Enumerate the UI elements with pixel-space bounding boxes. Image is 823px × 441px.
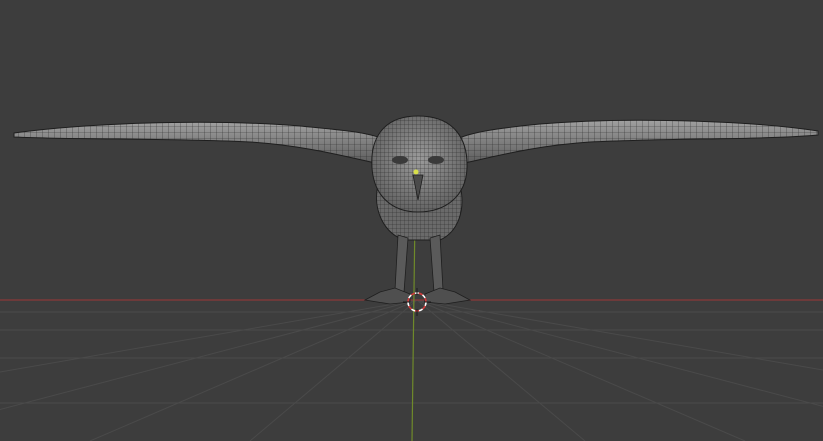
owl-model[interactable] bbox=[13, 115, 819, 305]
object-origin-icon bbox=[413, 169, 419, 175]
3d-viewport[interactable] bbox=[0, 0, 823, 441]
floor-grid bbox=[0, 299, 823, 441]
left-leg[interactable] bbox=[394, 234, 409, 293]
right-leg[interactable] bbox=[429, 234, 444, 293]
viewport-canvas[interactable] bbox=[0, 0, 823, 441]
left-eye bbox=[392, 156, 408, 164]
right-eye bbox=[428, 156, 444, 164]
right-foot[interactable] bbox=[424, 287, 472, 305]
